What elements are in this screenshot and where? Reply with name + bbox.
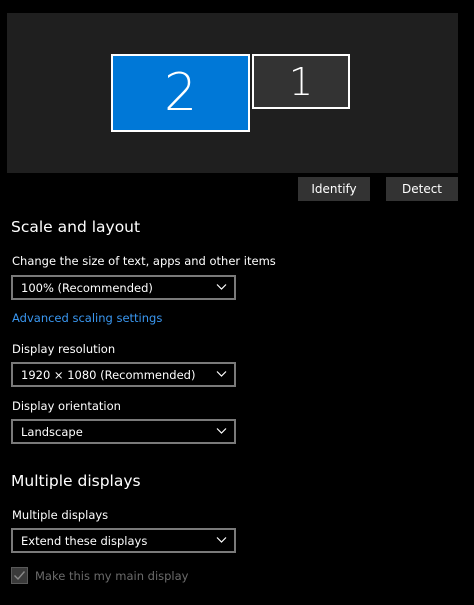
text-size-label: Change the size of text, apps and other … xyxy=(12,254,276,268)
identify-button[interactable]: Identify xyxy=(298,177,370,201)
multiple-displays-label: Multiple displays xyxy=(12,508,109,522)
main-display-checkbox[interactable] xyxy=(11,567,28,584)
text-size-dropdown[interactable]: 100% (Recommended) xyxy=(11,275,236,300)
resolution-label: Display resolution xyxy=(12,342,116,356)
orientation-label: Display orientation xyxy=(12,399,121,413)
main-display-label: Make this my main display xyxy=(35,569,189,583)
detect-button[interactable]: Detect xyxy=(386,177,458,201)
orientation-value: Landscape xyxy=(21,424,83,439)
resolution-value: 1920 × 1080 (Recommended) xyxy=(21,367,196,382)
chevron-down-icon xyxy=(216,371,227,377)
multiple-displays-dropdown[interactable]: Extend these displays xyxy=(11,528,236,553)
multiple-displays-heading: Multiple displays xyxy=(11,472,141,490)
display-arrangement-panel: 2 1 xyxy=(7,13,458,173)
checkmark-icon xyxy=(14,571,26,581)
resolution-dropdown[interactable]: 1920 × 1080 (Recommended) xyxy=(11,362,236,387)
monitor-1-tile[interactable]: 1 xyxy=(252,54,350,109)
orientation-dropdown[interactable]: Landscape xyxy=(11,419,236,444)
chevron-down-icon xyxy=(216,284,227,290)
chevron-down-icon xyxy=(216,537,227,543)
advanced-scaling-link[interactable]: Advanced scaling settings xyxy=(12,311,162,325)
scale-layout-heading: Scale and layout xyxy=(11,218,141,236)
multiple-displays-value: Extend these displays xyxy=(21,533,148,548)
chevron-down-icon xyxy=(216,428,227,434)
monitor-1-number: 1 xyxy=(288,59,314,104)
monitor-2-tile[interactable]: 2 xyxy=(111,54,250,132)
monitor-2-number: 2 xyxy=(163,63,198,123)
text-size-value: 100% (Recommended) xyxy=(21,280,153,295)
